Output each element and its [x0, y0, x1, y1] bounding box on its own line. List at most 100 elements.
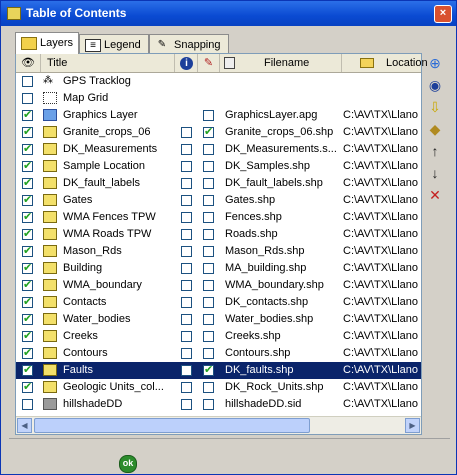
- editable-checkbox[interactable]: [203, 363, 214, 376]
- identify-checkbox[interactable]: [181, 127, 192, 138]
- editable-checkbox[interactable]: [203, 229, 214, 240]
- identify-checkbox[interactable]: [181, 314, 192, 325]
- edit-column-header[interactable]: ✎: [198, 54, 220, 72]
- layer-row[interactable]: WMA Fences TPW Fences.shp C:\AV\TX\Llano: [16, 209, 421, 226]
- visibility-checkbox[interactable]: [22, 108, 33, 121]
- move-up-button[interactable]: ↑: [423, 141, 447, 161]
- visibility-checkbox[interactable]: [22, 346, 33, 359]
- identify-checkbox[interactable]: [181, 229, 192, 240]
- editable-checkbox[interactable]: [203, 297, 214, 308]
- identify-checkbox[interactable]: [181, 195, 192, 206]
- editable-checkbox[interactable]: [203, 331, 214, 342]
- editable-checkbox[interactable]: [203, 110, 214, 121]
- layer-row[interactable]: Faults DK_faults.shp C:\AV\TX\Llano: [16, 362, 421, 379]
- label-button[interactable]: ◆: [423, 119, 447, 139]
- editable-checkbox[interactable]: [203, 399, 214, 410]
- visibility-column-header[interactable]: 👁: [16, 54, 41, 72]
- info-column-header[interactable]: i: [176, 54, 198, 72]
- scroll-right-button[interactable]: ▶: [405, 418, 420, 433]
- editable-checkbox[interactable]: [203, 280, 214, 291]
- layer-row[interactable]: Graphics Layer GraphicsLayer.apg C:\AV\TX\…: [16, 107, 421, 124]
- layer-row[interactable]: Contacts DK_contacts.shp C:\AV\TX\Llano: [16, 294, 421, 311]
- move-down-button[interactable]: ↓: [423, 163, 447, 183]
- visibility-checkbox[interactable]: [22, 261, 33, 274]
- download-button[interactable]: ⇩: [423, 97, 447, 117]
- identify-checkbox[interactable]: [181, 246, 192, 257]
- visibility-checkbox[interactable]: [22, 363, 33, 376]
- layer-row[interactable]: Mason_Rds Mason_Rds.shp C:\AV\TX\Llano: [16, 243, 421, 260]
- layer-row[interactable]: WMA_boundary WMA_boundary.shp C:\AV\TX\Lla…: [16, 277, 421, 294]
- layer-row[interactable]: DK_fault_labels DK_fault_labels.shp C:\AV\…: [16, 175, 421, 192]
- editable-checkbox[interactable]: [203, 263, 214, 274]
- scroll-thumb[interactable]: [34, 418, 310, 433]
- editable-checkbox[interactable]: [203, 246, 214, 257]
- editable-checkbox[interactable]: [203, 144, 214, 155]
- layer-row[interactable]: Water_bodies Water_bodies.shp C:\AV\TX\Lla…: [16, 311, 421, 328]
- visibility-checkbox[interactable]: [22, 176, 33, 189]
- visibility-checkbox[interactable]: [22, 93, 33, 104]
- identify-checkbox[interactable]: [181, 365, 192, 376]
- layer-properties-button[interactable]: ◉: [423, 75, 447, 95]
- visibility-checkbox[interactable]: [22, 244, 33, 257]
- tab-snapping[interactable]: ✎ Snapping: [149, 34, 229, 53]
- title-column-header[interactable]: Title: [41, 54, 175, 72]
- identify-checkbox[interactable]: [181, 399, 192, 410]
- layer-row[interactable]: Geologic Units_col... DK_Rock_Units.shp C:…: [16, 379, 421, 396]
- visibility-checkbox[interactable]: [22, 380, 33, 393]
- polygon-icon: [43, 279, 57, 291]
- horizontal-scrollbar[interactable]: ◀ ▶: [16, 416, 421, 434]
- visibility-checkbox[interactable]: [22, 278, 33, 291]
- editable-checkbox[interactable]: [203, 212, 214, 223]
- layer-row[interactable]: Contours Contours.shp C:\AV\TX\Llano: [16, 345, 421, 362]
- tab-layers[interactable]: Layers: [15, 32, 79, 54]
- editable-checkbox[interactable]: [203, 125, 214, 138]
- identify-checkbox[interactable]: [181, 382, 192, 393]
- identify-checkbox[interactable]: [181, 331, 192, 342]
- layer-row[interactable]: WMA Roads TPW Roads.shp C:\AV\TX\Llano: [16, 226, 421, 243]
- ok-button[interactable]: ok: [119, 455, 137, 473]
- tab-legend[interactable]: ≡ Legend: [79, 34, 149, 53]
- visibility-checkbox[interactable]: [22, 125, 33, 138]
- identify-checkbox[interactable]: [181, 348, 192, 359]
- identify-checkbox[interactable]: [181, 297, 192, 308]
- editable-checkbox[interactable]: [203, 348, 214, 359]
- identify-checkbox[interactable]: [181, 144, 192, 155]
- visibility-checkbox[interactable]: [22, 142, 33, 155]
- visibility-checkbox[interactable]: [22, 227, 33, 240]
- editable-checkbox[interactable]: [203, 382, 214, 393]
- remove-layer-button[interactable]: ✕: [423, 185, 447, 205]
- visibility-checkbox[interactable]: [22, 76, 33, 87]
- visibility-checkbox[interactable]: [22, 312, 33, 325]
- layer-row[interactable]: Building MA_building.shp C:\AV\TX\Llano: [16, 260, 421, 277]
- scroll-left-button[interactable]: ◀: [17, 418, 32, 433]
- layer-row[interactable]: Gates Gates.shp C:\AV\TX\Llano: [16, 192, 421, 209]
- visibility-checkbox[interactable]: [22, 329, 33, 342]
- identify-checkbox[interactable]: [181, 178, 192, 189]
- layer-row[interactable]: DK_Measurements DK_Measurements.s... C:\AV…: [16, 141, 421, 158]
- identify-checkbox[interactable]: [181, 212, 192, 223]
- filename-column-header[interactable]: Filename: [220, 54, 342, 72]
- visibility-checkbox[interactable]: [22, 295, 33, 308]
- visibility-checkbox[interactable]: [22, 159, 33, 172]
- layer-row[interactable]: Creeks Creeks.shp C:\AV\TX\Llano: [16, 328, 421, 345]
- layer-row[interactable]: ⁂ GPS Tracklog: [16, 73, 421, 90]
- close-button[interactable]: ×: [434, 5, 452, 23]
- editable-checkbox[interactable]: [203, 161, 214, 172]
- point-icon: [43, 194, 57, 206]
- location-column-header[interactable]: Location: [342, 54, 428, 72]
- layer-row[interactable]: hillshadeDD hillshadeDD.sid C:\AV\TX\Llano: [16, 396, 421, 413]
- editable-checkbox[interactable]: [203, 195, 214, 206]
- layer-row[interactable]: Granite_crops_06 Granite_crops_06.shp C:\A…: [16, 124, 421, 141]
- identify-checkbox[interactable]: [181, 280, 192, 291]
- editable-checkbox[interactable]: [203, 314, 214, 325]
- identify-checkbox[interactable]: [181, 161, 192, 172]
- layer-row[interactable]: Sample Location DK_Samples.shp C:\AV\TX\Ll…: [16, 158, 421, 175]
- visibility-checkbox[interactable]: [22, 210, 33, 223]
- visibility-checkbox[interactable]: [22, 193, 33, 206]
- editable-checkbox[interactable]: [203, 178, 214, 189]
- identify-checkbox[interactable]: [181, 263, 192, 274]
- visibility-checkbox[interactable]: [22, 399, 33, 410]
- layer-row[interactable]: Map Grid: [16, 90, 421, 107]
- add-layer-button[interactable]: ⊕: [423, 53, 447, 73]
- line-icon: [43, 211, 57, 223]
